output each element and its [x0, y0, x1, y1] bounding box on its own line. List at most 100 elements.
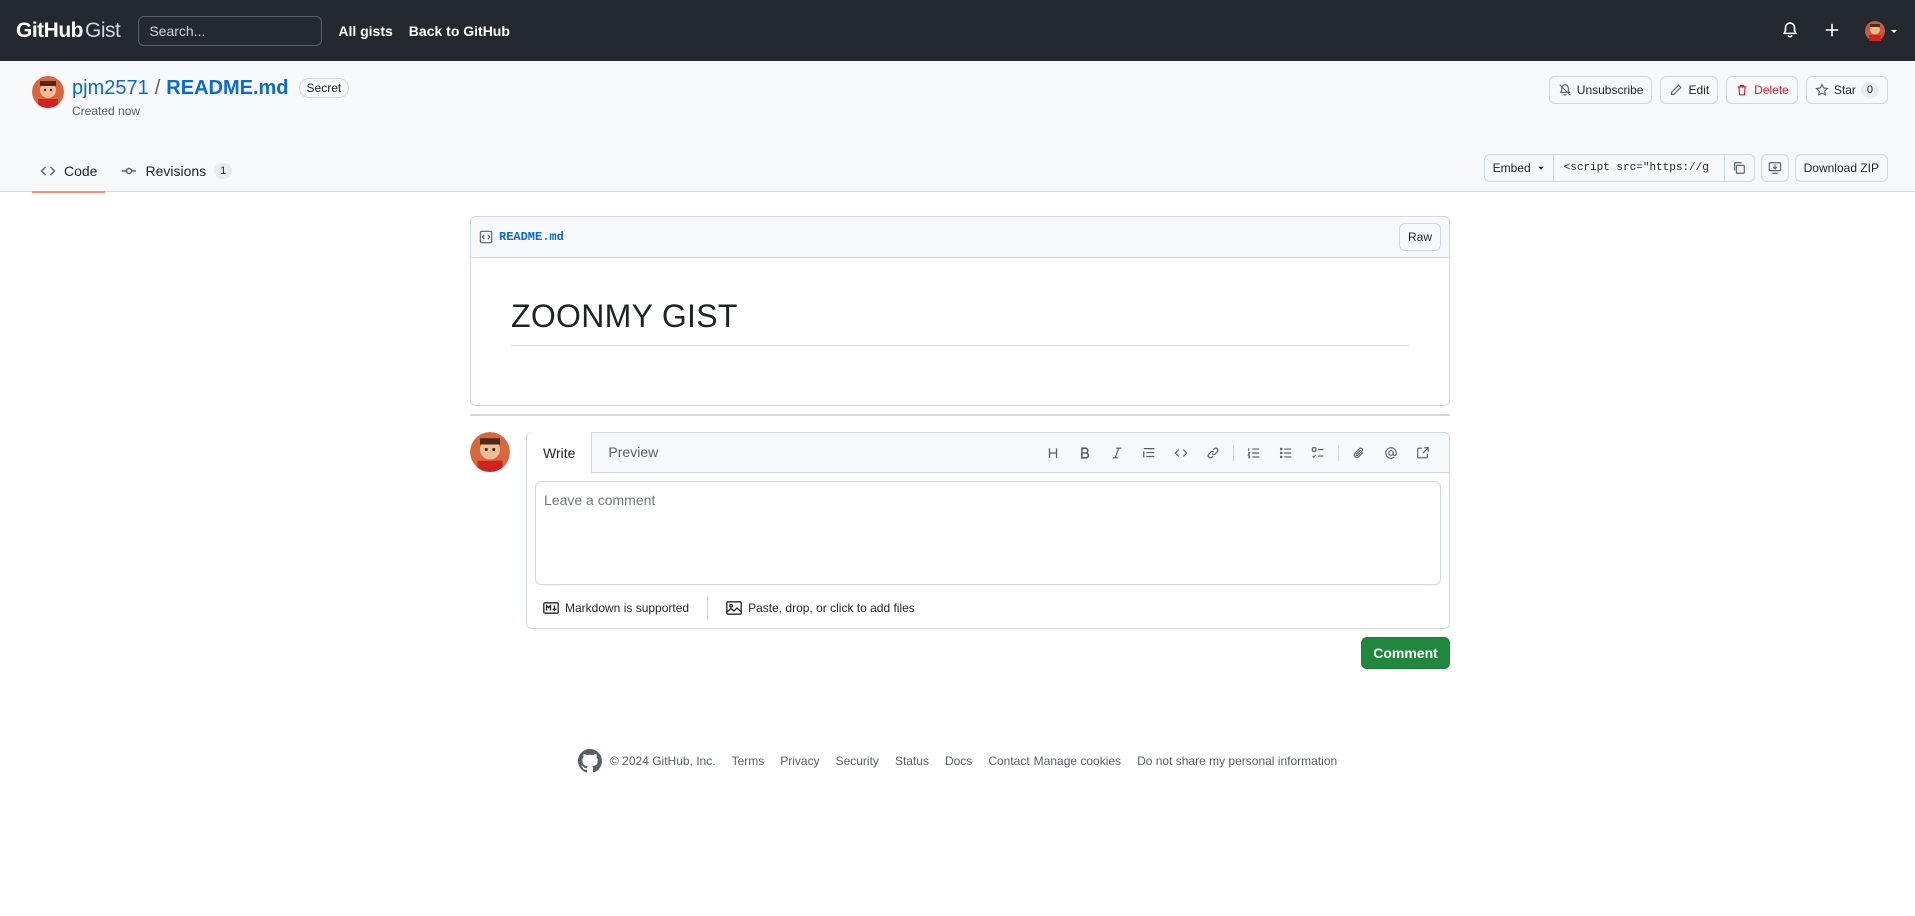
- embed-select-label: Embed: [1492, 161, 1531, 175]
- markdown-toolbar: [1037, 443, 1439, 463]
- pencil-icon: [1669, 83, 1683, 97]
- secret-badge: Secret: [298, 78, 350, 98]
- toolbar-divider: [1338, 445, 1339, 461]
- edit-button[interactable]: Edit: [1660, 76, 1719, 104]
- unsubscribe-label: Unsubscribe: [1576, 83, 1644, 97]
- file-box: README.md Raw ZOONMY GIST: [470, 216, 1450, 406]
- star-button[interactable]: Star 0: [1805, 76, 1888, 104]
- link-icon[interactable]: [1197, 443, 1229, 463]
- embed-code-input[interactable]: [1553, 155, 1724, 181]
- tab-preview[interactable]: Preview: [592, 432, 674, 472]
- tab-revisions[interactable]: Revisions 1: [113, 149, 240, 192]
- bell-icon[interactable]: [1781, 21, 1801, 41]
- embed-controls: Embed Download ZIP: [1483, 154, 1888, 182]
- desktop-download-icon: [1768, 161, 1782, 175]
- unordered-list-icon[interactable]: [1270, 443, 1302, 463]
- owner-link[interactable]: pjm2571: [72, 76, 149, 100]
- paperclip-icon[interactable]: [1343, 443, 1375, 463]
- comment-tabs: Write Preview: [527, 432, 1449, 473]
- bell-slash-icon: [1558, 83, 1572, 97]
- timeline-divider: [470, 414, 1450, 416]
- comment-submit-button[interactable]: Comment: [1361, 637, 1450, 669]
- copy-button[interactable]: [1723, 155, 1754, 181]
- task-list-icon[interactable]: [1302, 443, 1334, 463]
- star-icon: [1815, 83, 1829, 97]
- file-header: README.md Raw: [471, 217, 1449, 258]
- trash-icon: [1735, 83, 1749, 97]
- gist-actions: Unsubscribe Edit Delete Star 0: [1548, 76, 1888, 104]
- unsubscribe-button[interactable]: Unsubscribe: [1548, 76, 1653, 104]
- italic-icon[interactable]: [1101, 443, 1133, 463]
- embed-combo: Embed: [1483, 154, 1755, 182]
- download-zip-label: Download ZIP: [1803, 161, 1879, 175]
- file-name-label: README.md: [499, 230, 564, 244]
- code-icon[interactable]: [1165, 443, 1197, 463]
- user-menu[interactable]: [1865, 20, 1899, 41]
- tab-code[interactable]: Code: [32, 149, 106, 193]
- footer-link-status[interactable]: Status: [895, 754, 929, 768]
- footer-link-manage-cookies[interactable]: Manage cookies: [1034, 754, 1121, 768]
- file-content: ZOONMY GIST: [471, 258, 1449, 386]
- footer-link-do-not-share[interactable]: Do not share my personal information: [1137, 754, 1337, 768]
- code-icon: [40, 163, 56, 179]
- ordered-list-icon[interactable]: [1238, 443, 1270, 463]
- readme-heading: ZOONMY GIST: [511, 298, 1409, 346]
- footer-link-privacy[interactable]: Privacy: [780, 754, 819, 768]
- file-code-icon: [479, 230, 493, 244]
- quote-icon[interactable]: [1133, 443, 1165, 463]
- page-footer: © 2024 GitHub, Inc. Terms Privacy Securi…: [578, 749, 1353, 773]
- download-zip-button[interactable]: Download ZIP: [1794, 154, 1888, 182]
- markdown-icon: [543, 602, 559, 614]
- search-input[interactable]: [138, 15, 323, 46]
- raw-button[interactable]: Raw: [1398, 223, 1441, 251]
- footer-link-terms[interactable]: Terms: [732, 754, 765, 768]
- git-commit-icon: [121, 163, 137, 179]
- nav-back-to-github[interactable]: Back to GitHub: [409, 23, 510, 39]
- nav-all-gists[interactable]: All gists: [338, 23, 392, 39]
- created-time: Created now: [72, 104, 141, 118]
- comment-form: Write Preview Leave a comment Markdown i…: [526, 432, 1450, 629]
- tab-revisions-label: Revisions: [145, 162, 207, 179]
- mention-icon[interactable]: [1375, 443, 1407, 463]
- footer-link-security[interactable]: Security: [836, 754, 879, 768]
- footer-divider: [707, 597, 709, 619]
- tab-write[interactable]: Write: [527, 432, 593, 473]
- plus-icon[interactable]: [1823, 21, 1843, 41]
- bold-icon[interactable]: [1069, 443, 1101, 463]
- embed-select[interactable]: Embed: [1484, 155, 1554, 181]
- caret-down-icon: [1537, 164, 1545, 172]
- heading-icon[interactable]: [1037, 443, 1069, 463]
- comment-footer: Markdown is supported Paste, drop, or cl…: [543, 597, 915, 619]
- gist-header: pjm2571 / README.md Secret Created now U…: [0, 61, 1915, 193]
- footer-link-contact[interactable]: Contact: [988, 754, 1029, 768]
- copy-icon: [1732, 161, 1746, 175]
- file-name-link[interactable]: README.md: [479, 230, 564, 244]
- gist-title: pjm2571 / README.md Secret: [72, 76, 350, 100]
- delete-label: Delete: [1754, 83, 1789, 97]
- avatar-icon: [1865, 20, 1885, 41]
- markdown-note: Markdown is supported: [565, 601, 690, 615]
- title-separator: /: [154, 77, 161, 99]
- chevron-down-icon: [1889, 26, 1899, 36]
- cross-reference-icon[interactable]: [1407, 443, 1439, 463]
- top-navbar: GitHub Gist All gists Back to GitHub: [0, 0, 1915, 61]
- tab-code-label: Code: [64, 162, 98, 179]
- open-desktop-button[interactable]: [1760, 154, 1789, 182]
- star-label: Star: [1833, 83, 1856, 97]
- gist-tabs: Code Revisions 1: [32, 149, 240, 193]
- gist-title-block: pjm2571 / README.md Secret Created now: [32, 76, 350, 118]
- logo-gist-text: Gist: [84, 18, 121, 42]
- footer-link-docs[interactable]: Docs: [945, 754, 972, 768]
- github-gist-logo[interactable]: GitHub Gist: [16, 18, 121, 43]
- copyright-text: © 2024 GitHub, Inc.: [610, 754, 716, 768]
- gist-file-link[interactable]: README.md: [166, 76, 288, 100]
- toolbar-divider: [1233, 445, 1234, 461]
- star-count: 0: [1860, 82, 1879, 98]
- add-files-button[interactable]: Paste, drop, or click to add files: [726, 601, 915, 615]
- comment-textarea[interactable]: [535, 481, 1441, 585]
- revisions-count: 1: [214, 162, 233, 179]
- owner-avatar[interactable]: [32, 76, 64, 108]
- github-mark-icon[interactable]: [578, 749, 602, 773]
- delete-button[interactable]: Delete: [1726, 76, 1798, 104]
- markdown-supported-link[interactable]: Markdown is supported: [543, 601, 689, 615]
